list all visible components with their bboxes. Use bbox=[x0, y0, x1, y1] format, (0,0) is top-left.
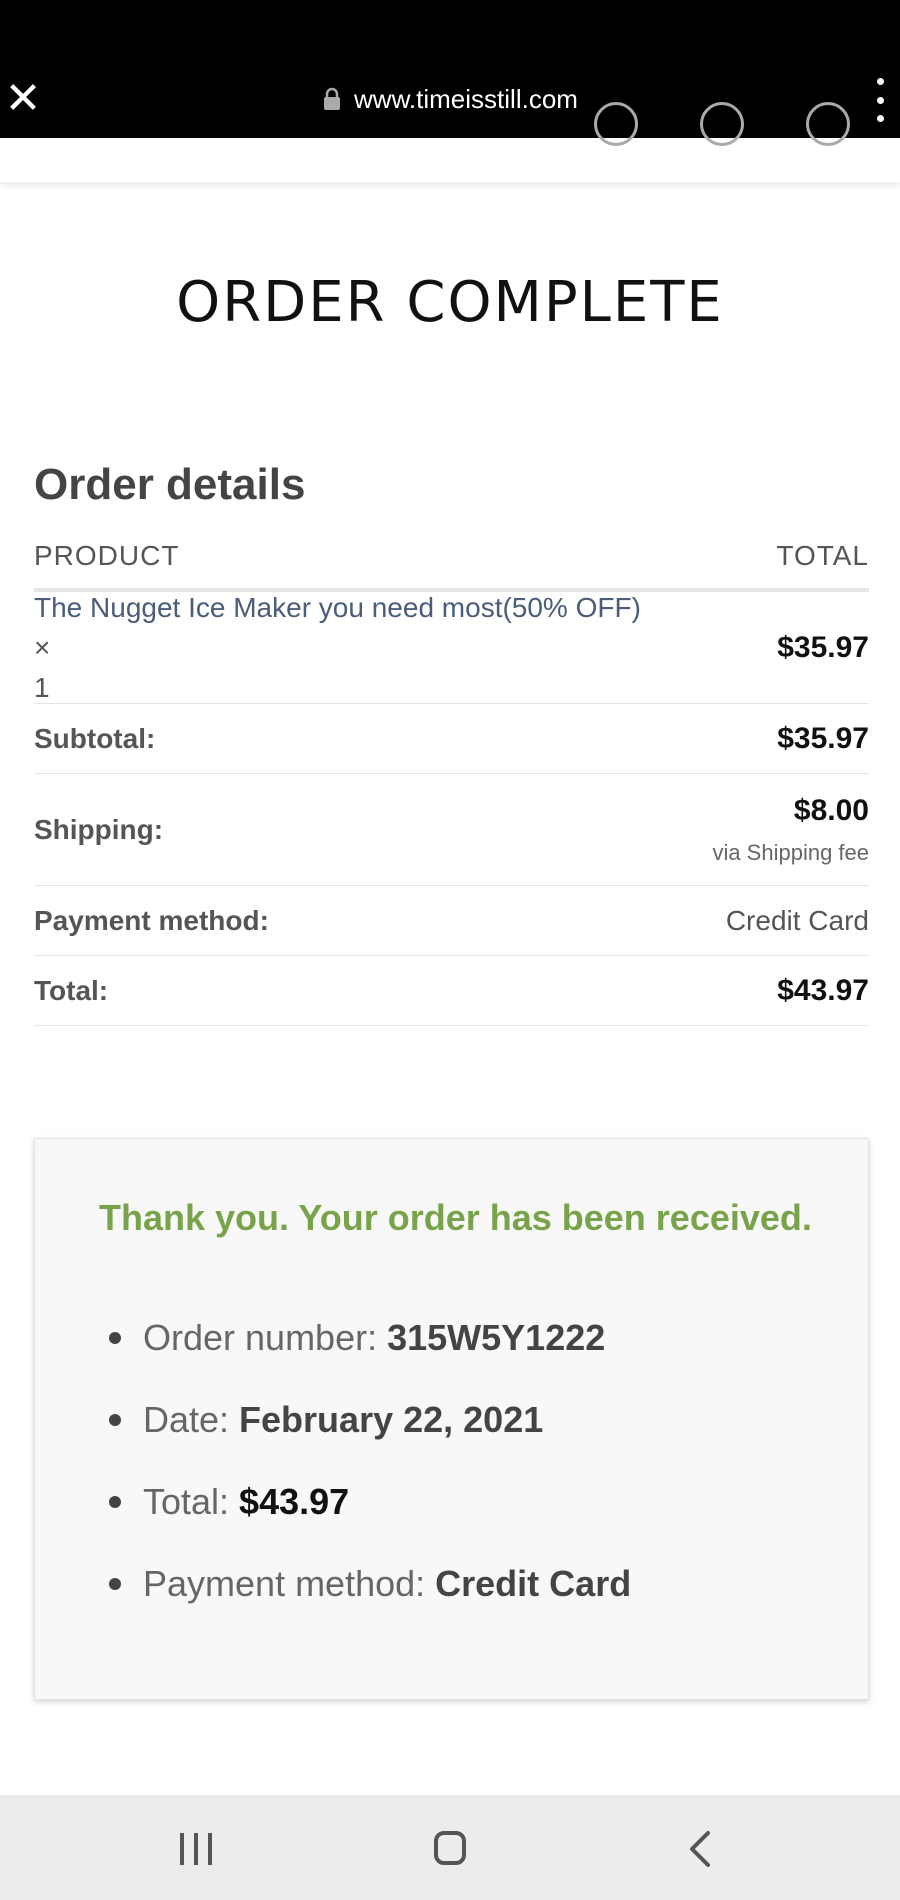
list-item: Total: $43.97 bbox=[109, 1461, 631, 1543]
shipping-label: Shipping: bbox=[34, 813, 164, 845]
summary-total-value: $43.97 bbox=[239, 1481, 350, 1522]
shipping-value: $8.00 bbox=[793, 793, 869, 827]
total-label: Total: bbox=[34, 974, 109, 1006]
list-item: Date: February 22, 2021 bbox=[109, 1379, 631, 1461]
lock-icon bbox=[322, 87, 342, 111]
bullet-icon bbox=[109, 1414, 121, 1426]
times-sign: × bbox=[34, 631, 51, 663]
header-icon[interactable] bbox=[594, 102, 638, 146]
table-row: The Nugget Ice Maker you need most(50% O… bbox=[34, 592, 869, 704]
table-row: Total: $43.97 bbox=[34, 956, 869, 1026]
table-row: Shipping: $8.00 via Shipping fee bbox=[34, 774, 869, 886]
order-details-table: PRODUCT TOTAL The Nugget Ice Maker you n… bbox=[34, 540, 869, 1026]
status-bar bbox=[0, 0, 900, 60]
summary-total-label: Total: bbox=[143, 1481, 230, 1522]
order-number-value: 315W5Y1222 bbox=[387, 1317, 606, 1358]
order-received-box: Thank you. Your order has been received.… bbox=[34, 1138, 869, 1700]
total-header: TOTAL bbox=[776, 540, 869, 571]
site-header bbox=[0, 102, 900, 182]
payment-label: Payment method: bbox=[34, 904, 269, 936]
list-item: Order number: 315W5Y1222 bbox=[109, 1297, 631, 1379]
section-title: Order details bbox=[34, 460, 306, 509]
thank-you-message: Thank you. Your order has been received. bbox=[99, 1197, 812, 1238]
table-row: Subtotal: $35.97 bbox=[34, 704, 869, 774]
product-cell: The Nugget Ice Maker you need most(50% O… bbox=[34, 588, 654, 708]
header-icon[interactable] bbox=[806, 102, 850, 146]
product-quantity: 1 bbox=[34, 671, 50, 703]
bullet-icon bbox=[109, 1578, 121, 1590]
date-value: February 22, 2021 bbox=[239, 1399, 544, 1440]
table-header: PRODUCT TOTAL bbox=[34, 540, 869, 592]
more-vert-icon[interactable] bbox=[868, 78, 892, 122]
header-icon[interactable] bbox=[700, 102, 744, 146]
summary-payment-value: Credit Card bbox=[435, 1563, 632, 1604]
table-row: Payment method: Credit Card bbox=[34, 886, 869, 956]
address-bar[interactable]: www.timeisstill.com bbox=[322, 84, 578, 115]
home-icon[interactable] bbox=[420, 1825, 480, 1875]
summary-payment-label: Payment method: bbox=[143, 1563, 426, 1604]
bullet-icon bbox=[109, 1332, 121, 1344]
page-title: ORDER COMPLETE bbox=[176, 270, 724, 335]
system-nav-bar bbox=[0, 1795, 900, 1900]
payment-value: Credit Card bbox=[725, 904, 869, 936]
recent-apps-icon[interactable] bbox=[168, 1825, 228, 1875]
url-text: www.timeisstill.com bbox=[354, 83, 578, 114]
order-number-label: Order number: bbox=[143, 1317, 378, 1358]
browser-toolbar: ✕ www.timeisstill.com bbox=[0, 60, 900, 138]
back-icon[interactable] bbox=[672, 1825, 732, 1875]
bullet-icon bbox=[109, 1496, 121, 1508]
product-link[interactable]: The Nugget Ice Maker you need most(50% O… bbox=[34, 592, 641, 623]
product-header: PRODUCT bbox=[34, 540, 180, 571]
order-summary-list: Order number: 315W5Y1222 Date: February … bbox=[109, 1297, 631, 1625]
product-amount: $35.97 bbox=[777, 630, 869, 664]
total-value: $43.97 bbox=[777, 973, 869, 1007]
list-item: Payment method: Credit Card bbox=[109, 1543, 631, 1625]
shipping-cell: $8.00 via Shipping fee bbox=[712, 794, 869, 866]
shipping-via: via Shipping fee bbox=[712, 839, 869, 865]
subtotal-label: Subtotal: bbox=[34, 722, 156, 754]
close-icon[interactable]: ✕ bbox=[4, 74, 42, 124]
subtotal-value: $35.97 bbox=[777, 721, 869, 755]
date-label: Date: bbox=[143, 1399, 230, 1440]
